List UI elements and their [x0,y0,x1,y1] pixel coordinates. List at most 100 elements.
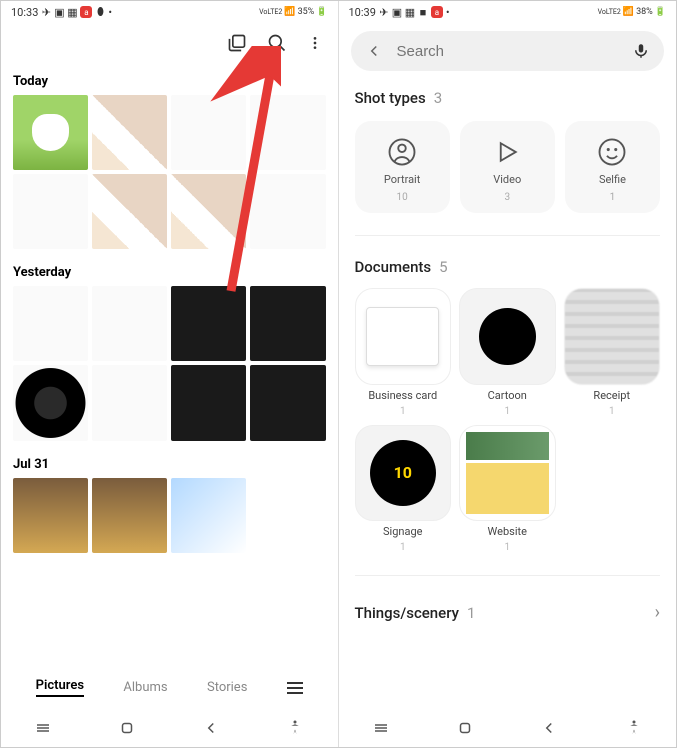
section-things[interactable]: Things/scenery 1 › [339,588,677,637]
photo-thumb[interactable] [13,478,88,553]
airtel-icon: a [80,6,92,18]
accessibility-icon[interactable] [625,719,643,737]
status-time: 10:39 [349,6,376,19]
recents-icon[interactable] [372,719,390,737]
telegram-icon: ✈ [379,7,389,17]
doc-label: Cartoon [488,389,527,402]
back-icon[interactable] [202,719,220,737]
back-icon[interactable] [540,719,558,737]
divider [355,235,661,236]
tab-stories[interactable]: Stories [207,680,247,695]
doc-thumb [459,425,556,522]
doc-website[interactable]: Website 1 [459,425,556,554]
section-title: Things/scenery [355,604,459,622]
airtel-icon: a [431,6,443,18]
section-today: Today [1,63,338,254]
section-title: Shot types [355,89,426,107]
shot-type-selfie[interactable]: Selfie 1 [565,121,660,213]
photo-thumb[interactable] [92,286,167,361]
photo-thumb[interactable] [171,95,246,170]
mic-icon[interactable] [632,42,650,60]
photo-thumb[interactable] [92,365,167,440]
section-count: 3 [434,89,442,107]
search-input[interactable] [397,43,619,60]
battery-text: 38% [636,7,653,17]
doc-cartoon[interactable]: Cartoon 1 [459,288,556,417]
more-icon[interactable] [307,33,323,53]
shot-type-portrait[interactable]: Portrait 10 [355,121,450,213]
video-icon [492,137,522,167]
photo-thumb[interactable] [13,95,88,170]
recents-icon[interactable] [34,719,52,737]
shot-count: 1 [610,192,616,203]
back-icon[interactable] [365,42,383,60]
telegram-icon: ✈ [41,7,51,17]
more-notif-dot: • [446,6,450,19]
tab-albums[interactable]: Albums [123,680,167,695]
doc-receipt[interactable]: Receipt 1 [564,288,661,417]
accessibility-icon[interactable] [286,719,304,737]
doc-label: Signage [383,525,422,538]
pill-icon: ⬮ [95,7,105,17]
signal-icon: 📶 [623,7,634,17]
notif-icon: ▣ [392,7,402,17]
doc-label: Website [488,525,527,538]
doc-business-card[interactable]: Business card 1 [355,288,452,417]
gallery-search-screen: 10:39 ✈ ▣ ▦ ■ a • VoLTE2 📶 38% 🔋 [339,1,677,747]
shot-label: Video [493,173,521,186]
doc-label: Receipt [593,389,630,402]
toolbar [1,23,338,63]
photo-thumb[interactable] [92,95,167,170]
status-time: 10:33 [11,6,38,19]
section-yesterday: Yesterday [1,254,338,445]
photo-thumb[interactable] [250,174,325,249]
doc-signage[interactable]: Signage 1 [355,425,452,554]
doc-thumb [459,288,556,385]
section-shot-types: Shot types 3 Portrait 10 Video 3 Selfie [339,79,677,223]
search-bar[interactable] [351,31,665,71]
photo-thumb[interactable] [171,286,246,361]
shot-type-video[interactable]: Video 3 [460,121,555,213]
signal-icon: 📶 [284,7,295,17]
section-count: 1 [467,604,475,622]
system-nav [339,709,677,747]
doc-count: 1 [400,542,406,553]
doc-count: 1 [504,542,510,553]
system-nav [1,709,338,747]
chevron-right-icon: › [655,602,660,623]
doc-count: 1 [609,406,615,417]
photo-thumb[interactable] [13,174,88,249]
network-label: VoLTE2 [259,9,282,16]
select-icon[interactable] [227,33,247,53]
photo-thumb[interactable] [250,286,325,361]
photo-thumb[interactable] [13,365,88,440]
status-bar: 10:39 ✈ ▣ ▦ ■ a • VoLTE2 📶 38% 🔋 [339,1,677,23]
photo-thumb[interactable] [171,365,246,440]
photo-thumb[interactable] [171,478,246,553]
battery-icon: 🔋 [316,7,327,17]
more-notif-dot: • [108,6,112,19]
home-icon[interactable] [118,719,136,737]
section-title: Yesterday [13,265,326,280]
shot-label: Selfie [599,173,626,186]
photo-thumb[interactable] [171,174,246,249]
photo-thumb[interactable] [13,286,88,361]
menu-icon[interactable] [287,682,303,694]
photo-thumb[interactable] [92,174,167,249]
battery-text: 35% [298,7,315,17]
status-bar: 10:33 ✈ ▣ ▦ a ⬮ • VoLTE2 📶 35% 🔋 [1,1,338,23]
section-title: Today [13,74,326,89]
photo-thumb[interactable] [250,365,325,440]
doc-thumb [564,288,661,385]
search-icon[interactable] [267,33,287,53]
photo-thumb[interactable] [92,478,167,553]
photo-thumb[interactable] [250,95,325,170]
shot-label: Portrait [384,173,421,186]
network-label: VoLTE2 [598,9,621,16]
home-icon[interactable] [456,719,474,737]
notif-icon: ■ [418,7,428,17]
tab-pictures[interactable]: Pictures [36,678,84,697]
doc-count: 1 [504,406,510,417]
notif-icon: ▣ [54,7,64,17]
portrait-icon [387,137,417,167]
